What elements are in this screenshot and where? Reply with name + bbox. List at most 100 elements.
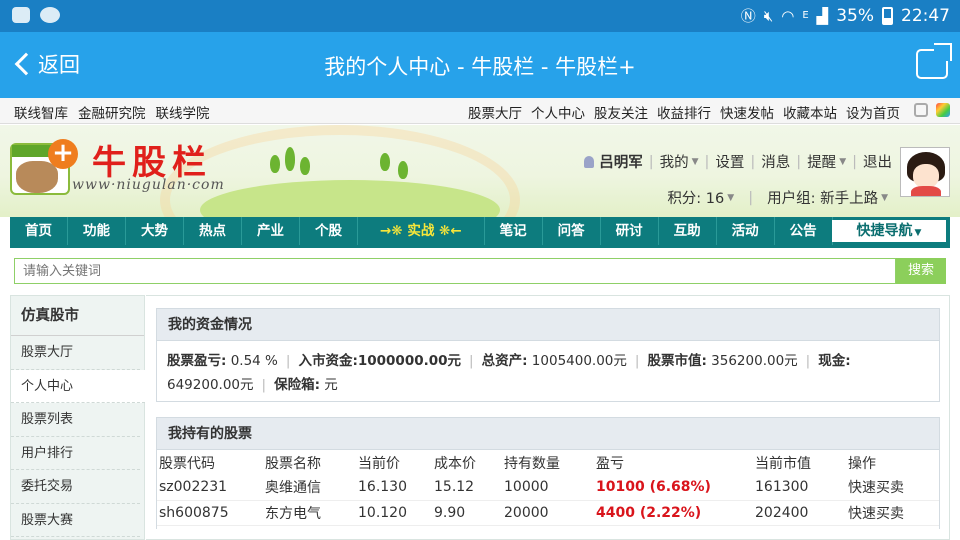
nav-home[interactable]: 首页 xyxy=(10,217,68,245)
capital-value: 1000000.00元 xyxy=(357,353,462,369)
capital-label: 入市资金: xyxy=(298,353,358,369)
nav-practice[interactable]: →❋ 实战 ❋← xyxy=(358,217,485,245)
status-bar: Ⓝ 🔇︎ ◠ E ▟ 35% 22:47 xyxy=(0,0,960,32)
battery-percent: 35% xyxy=(836,5,874,26)
stock-name[interactable]: 东方电气 xyxy=(263,500,356,526)
nav-industry[interactable]: 产业 xyxy=(242,217,300,245)
wifi-icon: ◠ xyxy=(781,6,795,25)
nav-announcements[interactable]: 公告 xyxy=(775,217,833,245)
sidebar-item-stock-hall[interactable]: 股票大厅 xyxy=(11,336,140,370)
table-row: sh600875 东方电气 10.120 9.90 20000 4400 (2.… xyxy=(157,500,939,526)
profit-loss: 4400 (2.22%) xyxy=(594,500,753,526)
nav-notes[interactable]: 笔记 xyxy=(485,217,543,245)
quick-nav-button[interactable]: 快捷导航 ▼ xyxy=(832,220,946,242)
mute-icon: 🔇︎ xyxy=(763,6,774,25)
market-value: 356200.00元 xyxy=(711,353,798,369)
table-header: 股票代码 股票名称 当前价 成本价 持有数量 盈亏 当前市值 操作 xyxy=(157,450,939,475)
profit-label: 股票盈亏: xyxy=(167,353,227,369)
col-value: 当前市值 xyxy=(755,455,811,472)
holdings-table: 股票代码 股票名称 当前价 成本价 持有数量 盈亏 当前市值 操作 sz0022… xyxy=(157,450,939,526)
link-bookmark[interactable]: 收藏本站 xyxy=(783,102,837,122)
sidebar-item-order-trading[interactable]: 委托交易 xyxy=(11,470,140,504)
col-code: 股票代码 xyxy=(159,455,215,472)
sidebar: 仿真股市 股票大厅 个人中心 股票列表 用户排行 委托交易 股票大赛 xyxy=(10,295,145,540)
search-button[interactable]: 搜索 xyxy=(896,258,946,284)
clock: 22:47 xyxy=(901,5,950,26)
nav-hot[interactable]: 热点 xyxy=(184,217,242,245)
assets-value: 1005400.00元 xyxy=(531,353,627,369)
safe-value: 元 xyxy=(324,377,338,393)
nav-mutual-help[interactable]: 互助 xyxy=(659,217,717,245)
menu-logout[interactable]: 退出 xyxy=(863,151,892,172)
user-group[interactable]: 用户组: 新手上路 xyxy=(767,187,878,208)
site-logo-url: www·niugulan·com xyxy=(72,177,225,193)
share-icon[interactable] xyxy=(916,43,952,79)
stock-code[interactable]: sh600875 xyxy=(157,500,263,526)
link-follow[interactable]: 股友关注 xyxy=(594,102,648,122)
quick-trade-link[interactable]: 快速买卖 xyxy=(846,500,939,526)
site-header: + 牛股栏 www·niugulan·com 吕明军 | 我的 ▼ | 设置 | … xyxy=(0,125,960,217)
nav-trend[interactable]: 大势 xyxy=(126,217,184,245)
link-academy[interactable]: 联线学院 xyxy=(156,102,210,122)
logo-icon[interactable]: + xyxy=(10,139,78,195)
col-pl: 盈亏 xyxy=(596,455,624,472)
col-action: 操作 xyxy=(848,455,876,472)
col-name: 股票名称 xyxy=(265,455,321,472)
page-title: 我的个人中心 - 牛股栏 - 牛股栏+ xyxy=(324,55,636,79)
col-qty: 持有数量 xyxy=(504,455,560,472)
profit-value: 0.54 % xyxy=(230,353,278,369)
avatar[interactable] xyxy=(900,147,950,197)
battery-icon xyxy=(882,6,893,25)
menu-settings[interactable]: 设置 xyxy=(715,151,744,172)
message-icon xyxy=(12,7,30,23)
user-icon xyxy=(584,155,595,168)
nfc-icon: Ⓝ xyxy=(740,7,756,25)
cost-price: 15.12 xyxy=(432,475,502,501)
nav-stocks[interactable]: 个股 xyxy=(300,217,358,245)
fullscreen-icon[interactable] xyxy=(914,103,928,117)
cost-price: 9.90 xyxy=(432,500,502,526)
menu-my[interactable]: 我的 xyxy=(660,151,689,172)
nav-qa[interactable]: 问答 xyxy=(543,217,601,245)
link-personal-center[interactable]: 个人中心 xyxy=(531,102,585,122)
market-value-cell: 202400 xyxy=(753,500,846,526)
safe-label: 保险箱: xyxy=(274,377,320,393)
profit-loss: 10100 (6.68%) xyxy=(594,475,753,501)
network-type: E xyxy=(802,10,809,21)
nav-features[interactable]: 功能 xyxy=(68,217,126,245)
plus-icon: + xyxy=(48,139,78,169)
market-value-cell: 161300 xyxy=(753,475,846,501)
link-finance-institute[interactable]: 金融研究院 xyxy=(78,102,146,122)
col-price: 当前价 xyxy=(358,455,400,472)
app-bar: 返回 我的个人中心 - 牛股栏 - 牛股栏+ xyxy=(0,32,960,98)
sidebar-item-user-ranking[interactable]: 用户排行 xyxy=(11,437,140,470)
menu-messages[interactable]: 消息 xyxy=(761,151,790,172)
stock-code[interactable]: sz002231 xyxy=(157,475,263,501)
score[interactable]: 积分: 16 xyxy=(667,187,724,208)
link-ranking[interactable]: 收益排行 xyxy=(657,102,711,122)
sidebar-item-stock-list[interactable]: 股票列表 xyxy=(11,403,140,437)
top-link-bar: 联线智库 金融研究院 联线学院 股票大厅 个人中心 股友关注 收益排行 快速发帖… xyxy=(0,98,960,124)
link-set-homepage[interactable]: 设为首页 xyxy=(846,102,900,122)
user-menu: 吕明军 | 我的 ▼ | 设置 | 消息 | 提醒 ▼ | 退出 xyxy=(584,151,892,172)
cash-label: 现金: xyxy=(818,353,851,369)
search-input[interactable] xyxy=(14,258,896,284)
link-think-tank[interactable]: 联线智库 xyxy=(14,102,68,122)
signal-icon: ▟ xyxy=(816,6,829,25)
link-quick-post[interactable]: 快速发帖 xyxy=(720,102,774,122)
quick-trade-link[interactable]: 快速买卖 xyxy=(846,475,939,501)
stock-name[interactable]: 奥维通信 xyxy=(263,475,356,501)
link-stock-hall[interactable]: 股票大厅 xyxy=(468,102,522,122)
theme-icon[interactable] xyxy=(936,103,950,117)
assets-label: 总资产: xyxy=(481,353,528,369)
username[interactable]: 吕明军 xyxy=(599,151,643,172)
market-value-label: 股票市值: xyxy=(647,353,707,369)
menu-reminders[interactable]: 提醒 xyxy=(807,151,836,172)
sidebar-item-contest[interactable]: 股票大赛 xyxy=(11,504,140,537)
funds-summary: 股票盈亏: 0.54 % | 入市资金:1000000.00元 | 总资产: 10054… xyxy=(167,353,851,393)
nav-events[interactable]: 活动 xyxy=(717,217,775,245)
current-price: 10.120 xyxy=(356,500,432,526)
nav-discussion[interactable]: 研讨 xyxy=(601,217,659,245)
sidebar-item-personal-center[interactable]: 个人中心 xyxy=(11,369,145,403)
main-nav: 首页 功能 大势 热点 产业 个股 →❋ 实战 ❋← 笔记 问答 研讨 互助 活… xyxy=(10,217,950,245)
